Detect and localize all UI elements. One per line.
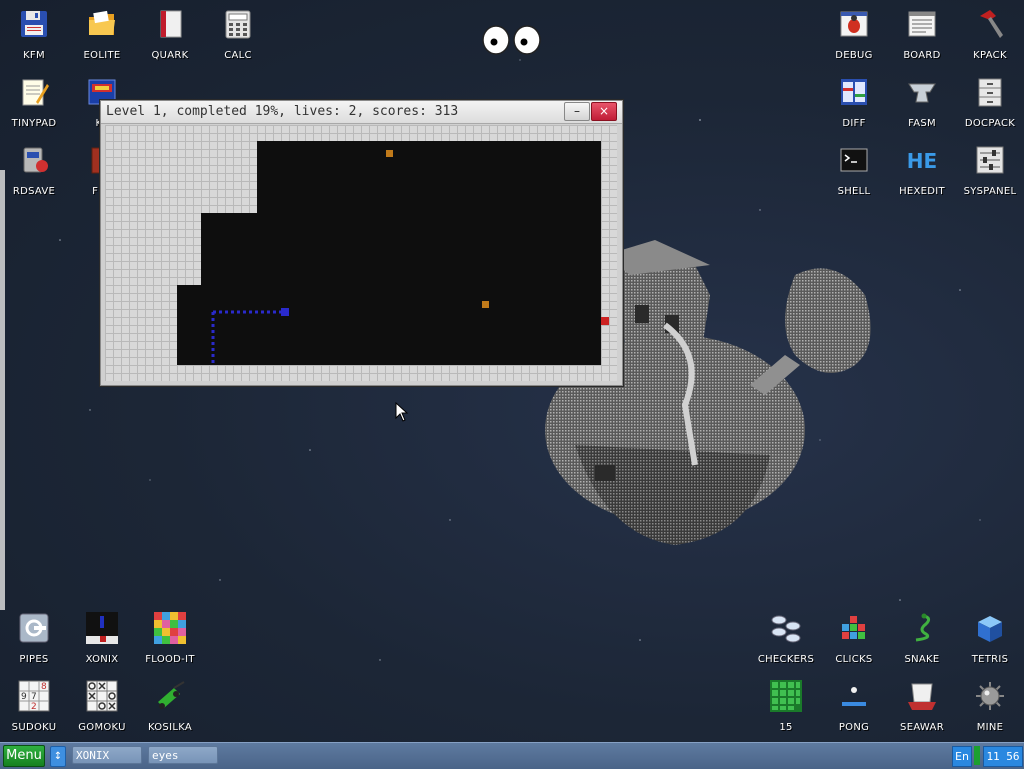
desktop: KFM EOLITE QUARK CALC TINYPAD RDSAVE DEB… [0,0,1024,742]
pipes-icon [19,613,49,643]
window-edge [0,170,5,610]
enemy-ball [386,150,393,157]
folder-icon [89,10,115,35]
sudoku-digit: 2 [31,702,37,712]
desktop-icon-diff[interactable]: DIFF [820,68,888,134]
minimize-button[interactable]: – [564,102,590,121]
ship-icon [908,683,936,710]
eyes-widget[interactable] [481,24,543,56]
desktop-icon-board[interactable]: BOARD [888,0,956,66]
sudoku-digit: 7 [31,692,37,702]
land-enemy [601,317,609,325]
desktop-icon-quark[interactable]: QUARK [136,0,204,66]
sliders-icon [976,146,1004,174]
hex-icon: HE [907,149,937,173]
desktop-icon-label: DOCPACK [964,118,1016,129]
xonix-window[interactable]: Level 1, completed 19%, lives: 2, scores… [100,100,623,386]
hex-icon-text: HE [907,149,937,173]
sudoku-icon: 9 7 8 2 [18,680,50,712]
desktop-icon-label: MINE [976,722,1004,733]
desktop-icon-kfm[interactable]: KFM [0,0,68,66]
desktop-icon-label: CALC [224,50,252,61]
desktop-icon-sudoku[interactable]: 9 7 8 2 SUDOKU [0,672,68,738]
desktop-icon-xonix[interactable]: XONIX [68,604,136,670]
game-field[interactable] [105,125,617,381]
tetris-cube-icon [978,616,1002,642]
checkers-icon [771,615,801,643]
desktop-icon-docpack[interactable]: DOCPACK [956,68,1024,134]
desktop-icon-flood-it[interactable]: FLOOD-IT [136,604,204,670]
book-icon [160,10,182,38]
calculator-icon [225,10,251,39]
terminal-icon [840,148,868,172]
board-icon [908,11,936,37]
desktop-icon-tetris[interactable]: TETRIS [956,604,1024,670]
snake-icon [915,613,931,642]
rdsave-icon [23,147,48,173]
tray-indicator [974,746,980,765]
tic-tac-toe-icon [86,680,118,712]
desktop-icon-checkers[interactable]: CHECKERS [752,604,820,670]
desktop-icon-label: KOSILKA [147,722,193,733]
cabinet-icon [978,78,1002,107]
desktop-icon-mine[interactable]: MINE [956,672,1024,738]
switch-windows-button[interactable]: ↕ [50,746,66,767]
keyboard-layout-indicator[interactable]: En [952,746,972,767]
desktop-icon-fasm[interactable]: FASM [888,68,956,134]
close-button[interactable]: × [591,102,617,121]
diff-icon [841,79,867,105]
xonix-icon [86,612,118,644]
sudoku-digit: 9 [21,692,27,702]
enemy-ball [482,301,489,308]
desktop-icon-label: SYSPANEL [963,186,1017,197]
window-title: Level 1, completed 19%, lives: 2, scores… [106,104,459,119]
floppy-icon [21,11,47,37]
menu-button[interactable]: Menu [3,745,45,767]
desktop-icon-15[interactable]: 15 [752,672,820,738]
taskbar: Menu ↕ XONIX eyes En 11 56 [0,742,1024,769]
pong-icon [842,687,866,706]
bug-icon [840,11,868,37]
desktop-icon-eolite[interactable]: EOLITE [68,0,136,66]
game-sprites [211,150,609,363]
desktop-icon-clicks[interactable]: CLICKS [820,604,888,670]
mouse-pointer-icon [395,402,409,422]
mine-icon [976,682,1004,710]
blocks-icon [842,616,865,639]
taskbar-item-eyes[interactable]: eyes [148,746,218,764]
hammer-icon [980,10,1003,38]
taskbar-item-xonix[interactable]: XONIX [72,746,142,764]
clock[interactable]: 11 56 [983,746,1023,767]
desktop-icon-debug[interactable]: DEBUG [820,0,888,66]
window-titlebar[interactable]: Level 1, completed 19%, lives: 2, scores… [101,101,622,124]
desktop-icon-rdsave[interactable]: RDSAVE [0,136,68,202]
anvil-icon [908,83,936,103]
desktop-icon-kosilka[interactable]: KOSILKA [136,672,204,738]
desktop-icon-pipes[interactable]: PIPES [0,604,68,670]
desktop-icon-label: TETRIS [971,654,1009,665]
grid-15-icon [770,680,802,712]
player-cursor [281,308,289,316]
desktop-icon-hexedit[interactable]: HE HEXEDIT [888,136,956,202]
desktop-icon-snake[interactable]: SNAKE [888,604,956,670]
notepad-icon [22,79,49,106]
desktop-icon-label: KPACK [973,50,1007,61]
desktop-icon-label: FLOOD-IT [145,654,195,665]
desktop-icon-pong[interactable]: PONG [820,672,888,738]
desktop-icon-syspanel[interactable]: SYSPANEL [956,136,1024,202]
desktop-icon-shell[interactable]: SHELL [820,136,888,202]
desktop-icon-tinypad[interactable]: TINYPAD [0,68,68,134]
player-trail [211,310,283,363]
desktop-icon-kpack[interactable]: KPACK [956,0,1024,66]
sudoku-digit: 8 [41,682,47,692]
desktop-icon-calc[interactable]: CALC [204,0,272,66]
lawnmower-icon [158,681,185,709]
desktop-icon-gomoku[interactable]: GOMOKU [68,672,136,738]
color-grid-icon [154,612,186,644]
desktop-icon-seawar[interactable]: SEAWAR [888,672,956,738]
